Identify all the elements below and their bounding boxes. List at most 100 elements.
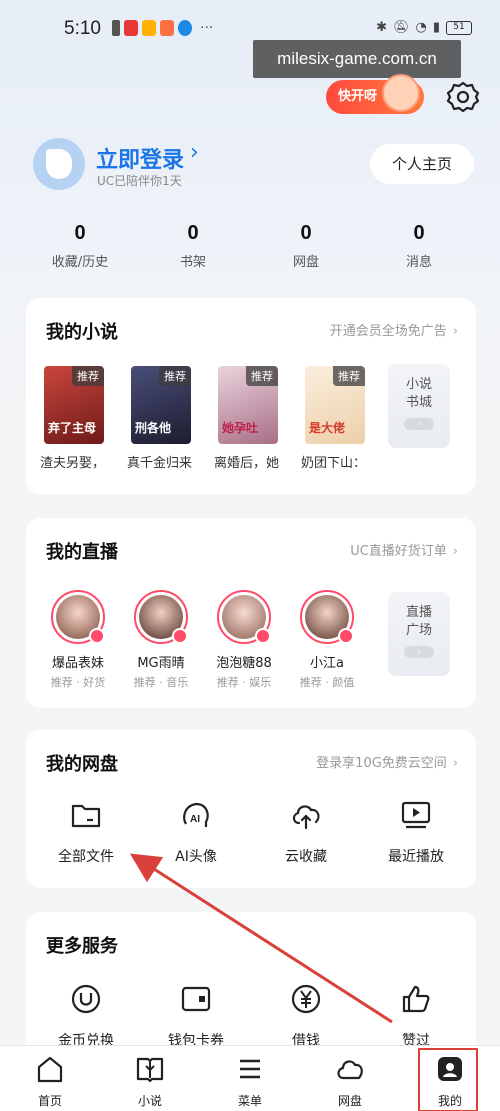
borrow-money-button[interactable]: 借钱 [256,982,356,1050]
novels-vip-link[interactable]: 开通会员全场免广告 › [330,320,458,339]
menu-icon [240,1059,260,1079]
novel-item[interactable]: 推荐 她孕吐 离婚后，她 [214,366,279,471]
streamer-avatar [217,590,271,644]
live-plaza-tile[interactable]: 直播 广场 › [388,592,450,676]
novel-item[interactable]: 推荐 是大佬 奶团下山： [301,366,366,471]
services-card: 更多服务 金币兑换 钱包卡券 借钱 赞过 [26,912,476,1060]
streamer-avatar [300,590,354,644]
recommend-tag: 推荐 [72,366,104,386]
stat-netdisk[interactable]: 0 网盘 [256,222,356,270]
grid-label: 全部文件 [58,849,114,865]
live-orders-link[interactable]: UC直播好货订单 › [350,540,458,559]
tile-line: 直播 [405,605,432,620]
grid-label: 云收藏 [285,849,327,865]
liked-button[interactable]: 赞过 [366,982,466,1050]
streamer-name: MG雨晴 [137,656,185,671]
novel-cover: 推荐 她孕吐 [218,366,278,444]
stat-label: 书架 [179,255,206,270]
stats-row: 0 收藏/历史 0 书架 0 网盘 0 消息 [0,222,500,282]
recent-play-button[interactable]: 最近播放 [366,798,466,866]
streamer-name: 小江a [310,656,344,671]
live-indicator-icon [89,628,105,644]
novels-link-text: 开通会员全场免广告 [329,324,447,339]
promo-badge[interactable]: 快开呀 [326,74,424,114]
cover-title: 是大佬 [309,421,346,435]
netdisk-title: 我的网盘 [46,754,118,775]
tile-line: 书城 [405,395,432,410]
novel-item[interactable]: 推荐 刑各他 真千金归来 [127,366,192,471]
tile-arrow-icon: › [404,418,434,430]
streamer-avatar [134,590,188,644]
stat-messages[interactable]: 0 消息 [369,222,469,270]
wallet-coupons-button[interactable]: 钱包卡券 [146,982,246,1050]
cover-title: 她孕吐 [222,421,259,435]
avatar[interactable] [33,138,85,190]
stat-value: 0 [74,222,86,244]
netdisk-login-link[interactable]: 登录享10G免费云空间 › [316,752,458,771]
avatar-placeholder-icon [46,149,72,179]
ai-avatar-icon: AI [183,802,209,827]
stat-bookshelf[interactable]: 0 书架 [143,222,243,270]
cloud-favorites-button[interactable]: 云收藏 [256,798,356,866]
bottom-nav: 首页 小说 菜单 网盘 我的 [0,1045,500,1111]
tile-line: 广场 [405,623,432,638]
live-title: 我的直播 [46,542,118,563]
mute-icon: 🔕︎ [392,20,410,35]
svg-text:AI: AI [190,814,200,825]
chevron-right-icon: › [452,544,458,559]
coin-exchange-button[interactable]: 金币兑换 [36,982,136,1050]
tile-arrow-icon: › [404,646,434,658]
app-notification-icon-3 [160,20,174,36]
novels-card: 我的小说 开通会员全场免广告 › 推荐 弃了主母 渣夫另娶， 推荐 刑各他 真千金… [26,298,476,494]
tile-line: 小说 [405,377,432,392]
nav-netdisk[interactable]: 网盘 [320,1054,380,1109]
nav-home[interactable]: 首页 [20,1054,80,1109]
signal-icon: ▮ [432,20,440,35]
recommend-tag: 推荐 [246,366,278,386]
stat-label: 消息 [405,255,432,270]
cloud-upload-icon [292,805,320,830]
stat-history[interactable]: 0 收藏/历史 [30,222,130,270]
app-notification-icon-4 [178,20,192,36]
novel-store-tile[interactable]: 小说 书城 › [388,364,450,448]
streamer-item[interactable]: MG雨晴 推荐 · 音乐 [121,590,201,690]
novel-cover: 推荐 是大佬 [305,366,365,444]
thumbs-up-icon [402,985,430,1013]
recommend-tag: 推荐 [333,366,365,386]
novels-title: 我的小说 [46,322,118,343]
status-time: 5:10 [64,18,101,39]
nav-novel[interactable]: 小说 [120,1054,180,1109]
live-indicator-icon [338,628,354,644]
novel-name: 奶团下山： [301,456,367,471]
netdisk-link-text: 登录享10G免费云空间 [316,756,447,771]
bluetooth-icon: ✱ [376,20,387,35]
folder-icon [71,804,101,828]
all-files-button[interactable]: 全部文件 [36,798,136,866]
nav-menu[interactable]: 菜单 [220,1054,280,1109]
cover-title: 刑各他 [135,421,172,435]
streamer-item[interactable]: 小江a 推荐 · 颜值 [287,590,367,690]
novel-cover: 推荐 刑各他 [131,366,191,444]
stat-label: 网盘 [292,255,319,270]
streamer-name: 爆品表妹 [51,656,104,671]
annotation-highlight-box [418,1048,478,1111]
profile-button[interactable]: 个人主页 [370,144,474,184]
ai-avatar-button[interactable]: AI AI头像 [146,798,246,866]
novel-cover: 推荐 弃了主母 [44,366,104,444]
chevron-right-icon: › [452,324,458,339]
streamer-item[interactable]: 泡泡糖88 推荐 · 娱乐 [204,590,284,690]
netdisk-card: 我的网盘 登录享10G免费云空间 › 全部文件 AI AI头像 云收藏 最近播放 [26,730,476,888]
chevron-right-icon: › [452,756,458,771]
novel-item[interactable]: 推荐 弃了主母 渣夫另娶， [40,366,105,471]
system-icons: ✱ 🔕︎ ◔ ▮ 51 [376,20,472,35]
chevron-right-icon[interactable]: › [190,140,199,165]
recent-play-icon [401,801,431,829]
streamer-item[interactable]: 爆品表妹 推荐 · 好货 [38,590,118,690]
nav-label: 首页 [37,1094,62,1108]
settings-gear-icon[interactable] [446,80,480,114]
cover-title: 弃了主母 [48,421,97,435]
stat-label: 收藏/历史 [51,255,109,270]
notification-app-icon [112,20,120,36]
login-title[interactable]: 立即登录 [96,142,184,174]
stat-value: 0 [413,222,425,244]
